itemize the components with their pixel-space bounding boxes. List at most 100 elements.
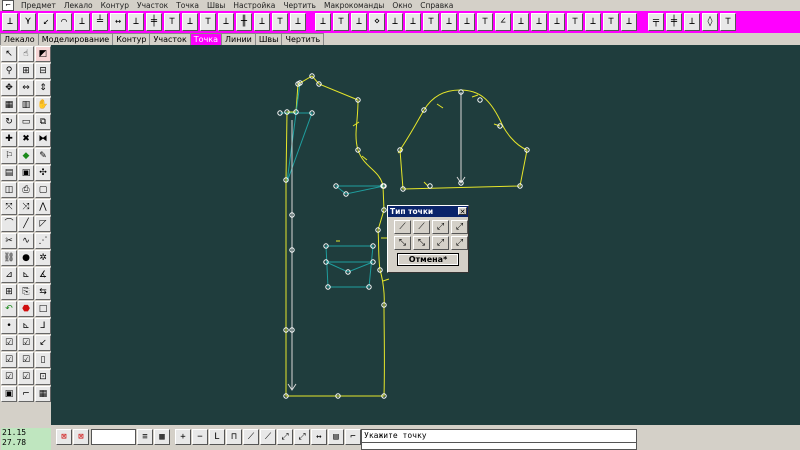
copy-icon[interactable]: ⎘ [18, 284, 34, 300]
blank-icon[interactable]: □ [35, 301, 51, 317]
tab-draw[interactable]: Чертить [281, 33, 325, 45]
drawing-canvas[interactable]: Тип точки ✕ ⟋ ⟋ ⤢ ⤢ ⤡ ⤡ ⤢ ⤢ Отмена* [51, 45, 800, 425]
point-type-option-8[interactable]: ⤢ [451, 236, 468, 250]
menu-item-contour[interactable]: Контур [97, 1, 133, 10]
menu-item-point[interactable]: Точка [172, 1, 203, 10]
brush-icon[interactable]: ✎ [35, 148, 51, 164]
pattern-point[interactable] [427, 183, 433, 189]
toolbar-point-tool-6[interactable]: ╧ [92, 13, 108, 31]
menu-item-settings[interactable]: Настройка [229, 1, 279, 10]
snap-off-icon[interactable]: ⊠ [56, 429, 72, 445]
zoom-icon[interactable]: ⚲ [1, 63, 17, 79]
point-type-option-3[interactable]: ⤢ [432, 220, 449, 234]
table-icon[interactable]: ▦ [154, 429, 170, 445]
ruler-icon[interactable]: ⊓ [226, 429, 242, 445]
toolbar-point-tool-13[interactable]: ⊥ [218, 13, 234, 31]
shape-icon[interactable]: ◸ [35, 216, 51, 232]
point-type-option-7[interactable]: ⤢ [432, 236, 449, 250]
ruler-icon[interactable]: ⊾ [18, 267, 34, 283]
toolbar-point-tool-33[interactable]: ⊥ [585, 13, 601, 31]
toolbar-point-tool-25[interactable]: ⊥ [441, 13, 457, 31]
smooth-icon[interactable]: ∿ [18, 233, 34, 249]
toolbar-point-tool-30[interactable]: ⊥ [531, 13, 547, 31]
zoom-out-icon[interactable]: ⊟ [35, 63, 51, 79]
measure-icon[interactable]: ⊿ [1, 267, 17, 283]
toolbar-point-tool-15[interactable]: ⊥ [254, 13, 270, 31]
toolbar-point-tool-21[interactable]: ⋄ [369, 13, 385, 31]
tab-contour[interactable]: Контур [112, 33, 151, 45]
diagonal-1-icon[interactable]: ⟋ [243, 429, 259, 445]
move-icon[interactable]: ✥ [1, 80, 17, 96]
tab-modeling[interactable]: Моделирование [37, 33, 114, 45]
checkbox-5-icon[interactable]: ☑ [1, 369, 17, 385]
point-type-option-1[interactable]: ⟋ [394, 220, 411, 234]
hand-icon[interactable]: ✋ [35, 97, 51, 113]
toolbar-point-tool-4[interactable]: ⌒ [56, 13, 72, 31]
point-type-option-2[interactable]: ⟋ [413, 220, 430, 234]
pointer-icon[interactable]: ☝ [18, 46, 34, 62]
hook-2-icon[interactable]: ⌐ [18, 386, 34, 402]
checkbox-2-icon[interactable]: ☑ [18, 335, 34, 351]
trim-icon[interactable]: ⋰ [35, 233, 51, 249]
toolbar-point-tool-39[interactable]: ◊ [702, 13, 718, 31]
checkbox-1-icon[interactable]: ☑ [1, 335, 17, 351]
toolbar-point-tool-32[interactable]: ⊤ [567, 13, 583, 31]
point-type-option-5[interactable]: ⤡ [394, 236, 411, 250]
circle-icon[interactable]: ● [18, 250, 34, 266]
toolbar-point-tool-20[interactable]: ⊥ [351, 13, 367, 31]
join-icon[interactable]: ⤨ [18, 199, 34, 215]
toolbar-point-tool-29[interactable]: ⊥ [513, 13, 529, 31]
window-icon[interactable]: ▦ [1, 97, 17, 113]
pan-vertical-icon[interactable]: ⇕ [35, 80, 51, 96]
toolbar-point-tool-23[interactable]: ⊥ [405, 13, 421, 31]
rotate-icon[interactable]: ↻ [1, 114, 17, 130]
piece-copy-icon[interactable]: ⧉ [35, 114, 51, 130]
pattern-point[interactable] [477, 97, 483, 103]
lock-icon[interactable]: ▣ [1, 386, 17, 402]
tab-point[interactable]: Точка [189, 33, 223, 45]
diagonal-3-icon[interactable]: ⤢ [277, 429, 293, 445]
checkbox-3-icon[interactable]: ☑ [1, 352, 17, 368]
scissors-icon[interactable]: ✂ [1, 233, 17, 249]
dart-icon[interactable]: ⋀ [35, 199, 51, 215]
paste-icon[interactable]: ⇆ [35, 284, 51, 300]
pan-horizontal-icon[interactable]: ⇔ [18, 80, 34, 96]
add-icon[interactable]: + [175, 429, 191, 445]
toolbar-point-tool-14[interactable]: ╫ [236, 13, 252, 31]
grid-off-icon[interactable]: ⊠ [73, 429, 89, 445]
point-type-option-6[interactable]: ⤡ [413, 236, 430, 250]
toolbar-point-tool-26[interactable]: ⊥ [459, 13, 475, 31]
tool-icon[interactable]: ⌐ [345, 429, 361, 445]
menu-item-seams[interactable]: Швы [203, 1, 229, 10]
tab-lines[interactable]: Линии [221, 33, 256, 45]
transform-icon[interactable]: ✣ [35, 165, 51, 181]
toolbar-point-tool-19[interactable]: ⊤ [333, 13, 349, 31]
stack-icon[interactable]: ◫ [1, 182, 17, 198]
toolbar-point-tool-5[interactable]: ⊥ [74, 13, 90, 31]
cancel-button[interactable]: Отмена* [397, 253, 459, 266]
app-icon[interactable]: ⌐ [2, 0, 14, 11]
toolbar-point-tool-9[interactable]: ╪ [146, 13, 162, 31]
line-tool-icon[interactable]: ╱ [18, 216, 34, 232]
layer-icon[interactable]: ▤ [1, 165, 17, 181]
toolbar-point-tool-10[interactable]: ⊤ [164, 13, 180, 31]
point-type-option-4[interactable]: ⤢ [451, 220, 468, 234]
clipboard-icon[interactable]: ▢ [35, 182, 51, 198]
eraser-icon[interactable]: ◩ [35, 46, 51, 62]
menu-item-subject[interactable]: Предмет [17, 1, 60, 10]
toolbar-point-tool-8[interactable]: ⊥ [128, 13, 144, 31]
mirror-icon[interactable]: ⧓ [35, 131, 51, 147]
toolbar-point-tool-31[interactable]: ⊥ [549, 13, 565, 31]
toolbar-point-tool-24[interactable]: ⊤ [423, 13, 439, 31]
toolbar-point-tool-40[interactable]: ⊤ [720, 13, 736, 31]
angle-icon[interactable]: ∡ [35, 267, 51, 283]
point-type-dialog[interactable]: Тип точки ✕ ⟋ ⟋ ⤢ ⤢ ⤡ ⤡ ⤢ ⤢ Отмена* [387, 205, 469, 273]
stop-icon[interactable]: ⬣ [18, 301, 34, 317]
bar-icon[interactable]: ▯ [35, 352, 51, 368]
point-delete-icon[interactable]: ✖ [18, 131, 34, 147]
piece-icon[interactable]: ▭ [18, 114, 34, 130]
menu-item-window[interactable]: Окно [388, 1, 416, 10]
toolbar-point-tool-27[interactable]: ⊤ [477, 13, 493, 31]
zoom-fit-icon[interactable]: ⊞ [18, 63, 34, 79]
dot-icon[interactable]: • [1, 318, 17, 334]
